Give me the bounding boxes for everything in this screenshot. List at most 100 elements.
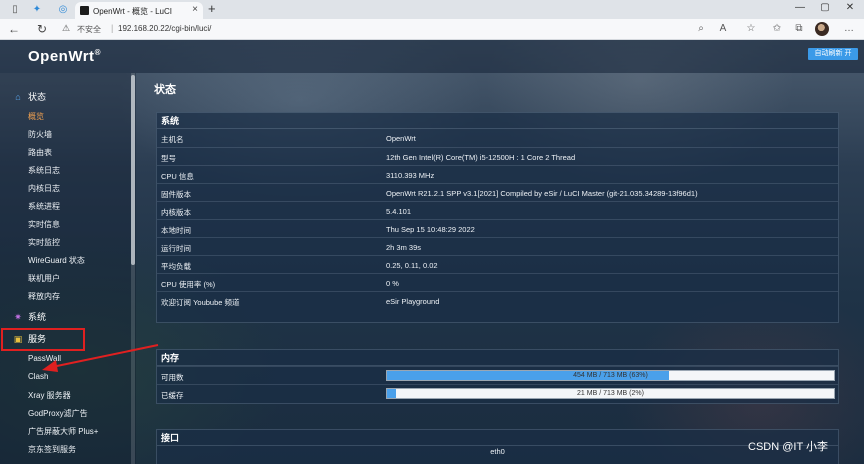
system-row-value: OpenWrt — [386, 134, 416, 143]
table-row: 本地时间 Thu Sep 15 10:48:29 2022 — [157, 219, 838, 237]
system-row-key: 型号 — [161, 154, 176, 163]
memory-cached-value: 21 MB / 713 MB (2%) — [577, 390, 644, 397]
sidebar-item-processes[interactable]: 系统进程 — [28, 201, 60, 213]
sidebar-item-online-users[interactable]: 联机用户 — [28, 273, 60, 285]
table-row: 固件版本 OpenWrt R21.2.1 SPP v3.1[2021] Compi… — [157, 183, 838, 201]
table-row: 欢迎订阅 Youbube 频道 eSir Playground — [157, 291, 838, 309]
system-row-key: 欢迎订阅 Youbube 频道 — [161, 298, 240, 307]
close-icon[interactable]: × — [192, 4, 198, 15]
home-icon: ⌂ — [15, 92, 21, 102]
new-tab-icon[interactable]: + — [208, 1, 216, 16]
system-row-key: 主机名 — [161, 135, 184, 144]
url-input[interactable]: ⚠ 不安全 | 192.168.20.22/cgi-bin/luci/ — [60, 22, 710, 37]
luci-header: OpenWrt® 自动刷新 开 — [0, 40, 864, 73]
close-window-icon[interactable]: ✕ — [840, 2, 860, 13]
brand-mark: ® — [94, 48, 101, 57]
system-row-key: 本地时间 — [161, 226, 191, 235]
sidebar-group-label: 状态 — [28, 92, 47, 102]
system-row-value: eSir Playground — [386, 297, 440, 306]
sidebar-toggle-icon[interactable]: ▯ — [8, 3, 22, 16]
system-row-value: 3110.393 MHz — [386, 171, 435, 180]
pinned-tab-icon[interactable]: ◎ — [56, 3, 70, 16]
sidebar-item-realtime-info[interactable]: 实时信息 — [28, 219, 60, 231]
memory-available-value: 454 MB / 713 MB (63%) — [573, 372, 648, 379]
brand-name: OpenWrt — [28, 48, 95, 65]
read-aloud-icon[interactable]: A — [716, 23, 730, 34]
sidebar-item-realtime-monitor[interactable]: 实时监控 — [28, 237, 60, 249]
system-row-key: CPU 使用率 (%) — [161, 280, 216, 289]
table-row: 内核版本 5.4.101 — [157, 201, 838, 219]
system-row-key: 内核版本 — [161, 208, 191, 217]
table-row: 平均负载 0.25, 0.11, 0.02 — [157, 255, 838, 273]
address-bar: ← ↻ ⚠ 不安全 | 192.168.20.22/cgi-bin/luci/ … — [0, 19, 864, 40]
table-row: 可用数 454 MB / 713 MB (63%) — [157, 366, 838, 384]
table-row: 型号 12th Gen Intel(R) Core(TM) i5-12500H :… — [157, 147, 838, 165]
system-row-value: Thu Sep 15 10:48:29 2022 — [386, 225, 475, 234]
auto-refresh-button[interactable]: 自动刷新 开 — [808, 48, 858, 60]
more-icon[interactable]: … — [842, 23, 856, 34]
memory-available-label: 可用数 — [161, 373, 184, 382]
collections-toolbar-icon[interactable]: ⧉ — [792, 23, 806, 34]
system-panel-heading: 系统 — [157, 113, 838, 129]
interface-name: eth0 — [490, 447, 505, 456]
system-row-value: 5.4.101 — [386, 207, 412, 216]
sidebar-item-free-memory[interactable]: 释放内存 — [28, 291, 60, 303]
search-icon[interactable]: ⌕ — [694, 23, 708, 34]
gear-icon: ✷ — [14, 312, 22, 322]
table-row: 主机名 OpenWrt — [157, 129, 838, 147]
system-row-value: 12th Gen Intel(R) Core(TM) i5-12500H : 1… — [386, 153, 576, 162]
memory-panel-heading: 内存 — [157, 350, 838, 366]
favorite-star-icon[interactable]: ☆ — [744, 23, 758, 34]
tab-openwrt[interactable]: OpenWrt - 概览 - LuCI × — [75, 2, 203, 19]
brand-logo[interactable]: OpenWrt® — [28, 48, 101, 65]
sidebar-item-overview[interactable]: 概览 — [28, 111, 44, 123]
luci-page: OpenWrt® 自动刷新 开 ⌂ 状态 概览 防火墙 路由表 系统日志 内核日志… — [0, 40, 864, 464]
insecure-label: 不安全 — [77, 25, 101, 34]
sidebar-item-firewall[interactable]: 防火墙 — [28, 129, 52, 141]
back-icon[interactable]: ← — [6, 22, 22, 36]
sidebar-item-adblock-plus[interactable]: 广告屏蔽大师 Plus+ — [28, 426, 98, 438]
system-panel: 系统 主机名 OpenWrt 型号 12th Gen Intel(R) Core(TM… — [156, 112, 839, 323]
interfaces-panel: 接口 eth0 — [156, 429, 839, 464]
table-row: 运行时间 2h 3m 39s — [157, 237, 838, 255]
memory-available-progress: 454 MB / 713 MB (63%) — [386, 370, 835, 381]
tab-title: OpenWrt - 概览 - LuCI — [93, 7, 172, 16]
sidebar-item-routes[interactable]: 路由表 — [28, 147, 52, 159]
sidebar-item-godproxy[interactable]: GodProxy滤广告 — [28, 408, 88, 420]
watermark: CSDN @IT 小李 — [748, 441, 829, 453]
table-row: CPU 信息 3110.393 MHz — [157, 165, 838, 183]
browser-tab-bar: ▯ ✦ ◎ OpenWrt - 概览 - LuCI × + — ▢ ✕ — [0, 0, 864, 19]
page-title: 状态 — [154, 84, 176, 96]
table-row: 已缓存 21 MB / 713 MB (2%) — [157, 384, 838, 402]
sidebar-group-label: 系统 — [28, 312, 47, 322]
memory-cached-label: 已缓存 — [161, 391, 184, 400]
minimize-icon[interactable]: — — [790, 2, 810, 13]
system-row-value: 2h 3m 39s — [386, 243, 422, 252]
sidebar-item-syslog[interactable]: 系统日志 — [28, 165, 60, 177]
sidebar-group-system[interactable]: ✷ 系统 — [12, 310, 46, 324]
system-row-value: OpenWrt R21.2.1 SPP v3.1[2021] Compiled … — [386, 189, 698, 198]
maximize-icon[interactable]: ▢ — [815, 2, 835, 13]
sidebar-item-wireguard-status[interactable]: WireGuard 状态 — [28, 255, 85, 267]
sidebar-item-kernel-log[interactable]: 内核日志 — [28, 183, 60, 195]
openwrt-favicon-icon — [80, 6, 89, 15]
collections-icon[interactable]: ✦ — [30, 3, 44, 16]
warning-icon: ⚠ — [62, 23, 71, 33]
sidebar: ⌂ 状态 概览 防火墙 路由表 系统日志 内核日志 系统进程 实时信息 实时监控 … — [0, 73, 136, 464]
memory-panel: 内存 可用数 454 MB / 713 MB (63%) 已缓存 21 MB /… — [156, 349, 839, 404]
reload-icon[interactable]: ↻ — [34, 22, 50, 36]
table-row: CPU 使用率 (%) 0 % — [157, 273, 838, 291]
system-row-value: 0.25, 0.11, 0.02 — [386, 261, 438, 270]
sidebar-item-xray-server[interactable]: Xray 服务器 — [28, 390, 71, 402]
system-table: 主机名 OpenWrt 型号 12th Gen Intel(R) Core(TM) i… — [157, 129, 838, 309]
memory-cached-progress: 21 MB / 713 MB (2%) — [386, 388, 835, 399]
sidebar-scrollbar-thumb[interactable] — [131, 75, 135, 265]
avatar[interactable] — [815, 22, 829, 36]
system-row-key: 固件版本 — [161, 190, 191, 199]
sidebar-group-status[interactable]: ⌂ 状态 — [12, 90, 46, 104]
system-row-key: 运行时间 — [161, 244, 191, 253]
sidebar-item-jd-signin[interactable]: 京东签到服务 — [28, 444, 76, 456]
system-row-value: 0 % — [386, 279, 399, 288]
favorites-icon[interactable]: ✩ — [770, 23, 784, 34]
url-text: 192.168.20.22/cgi-bin/luci/ — [118, 24, 212, 33]
